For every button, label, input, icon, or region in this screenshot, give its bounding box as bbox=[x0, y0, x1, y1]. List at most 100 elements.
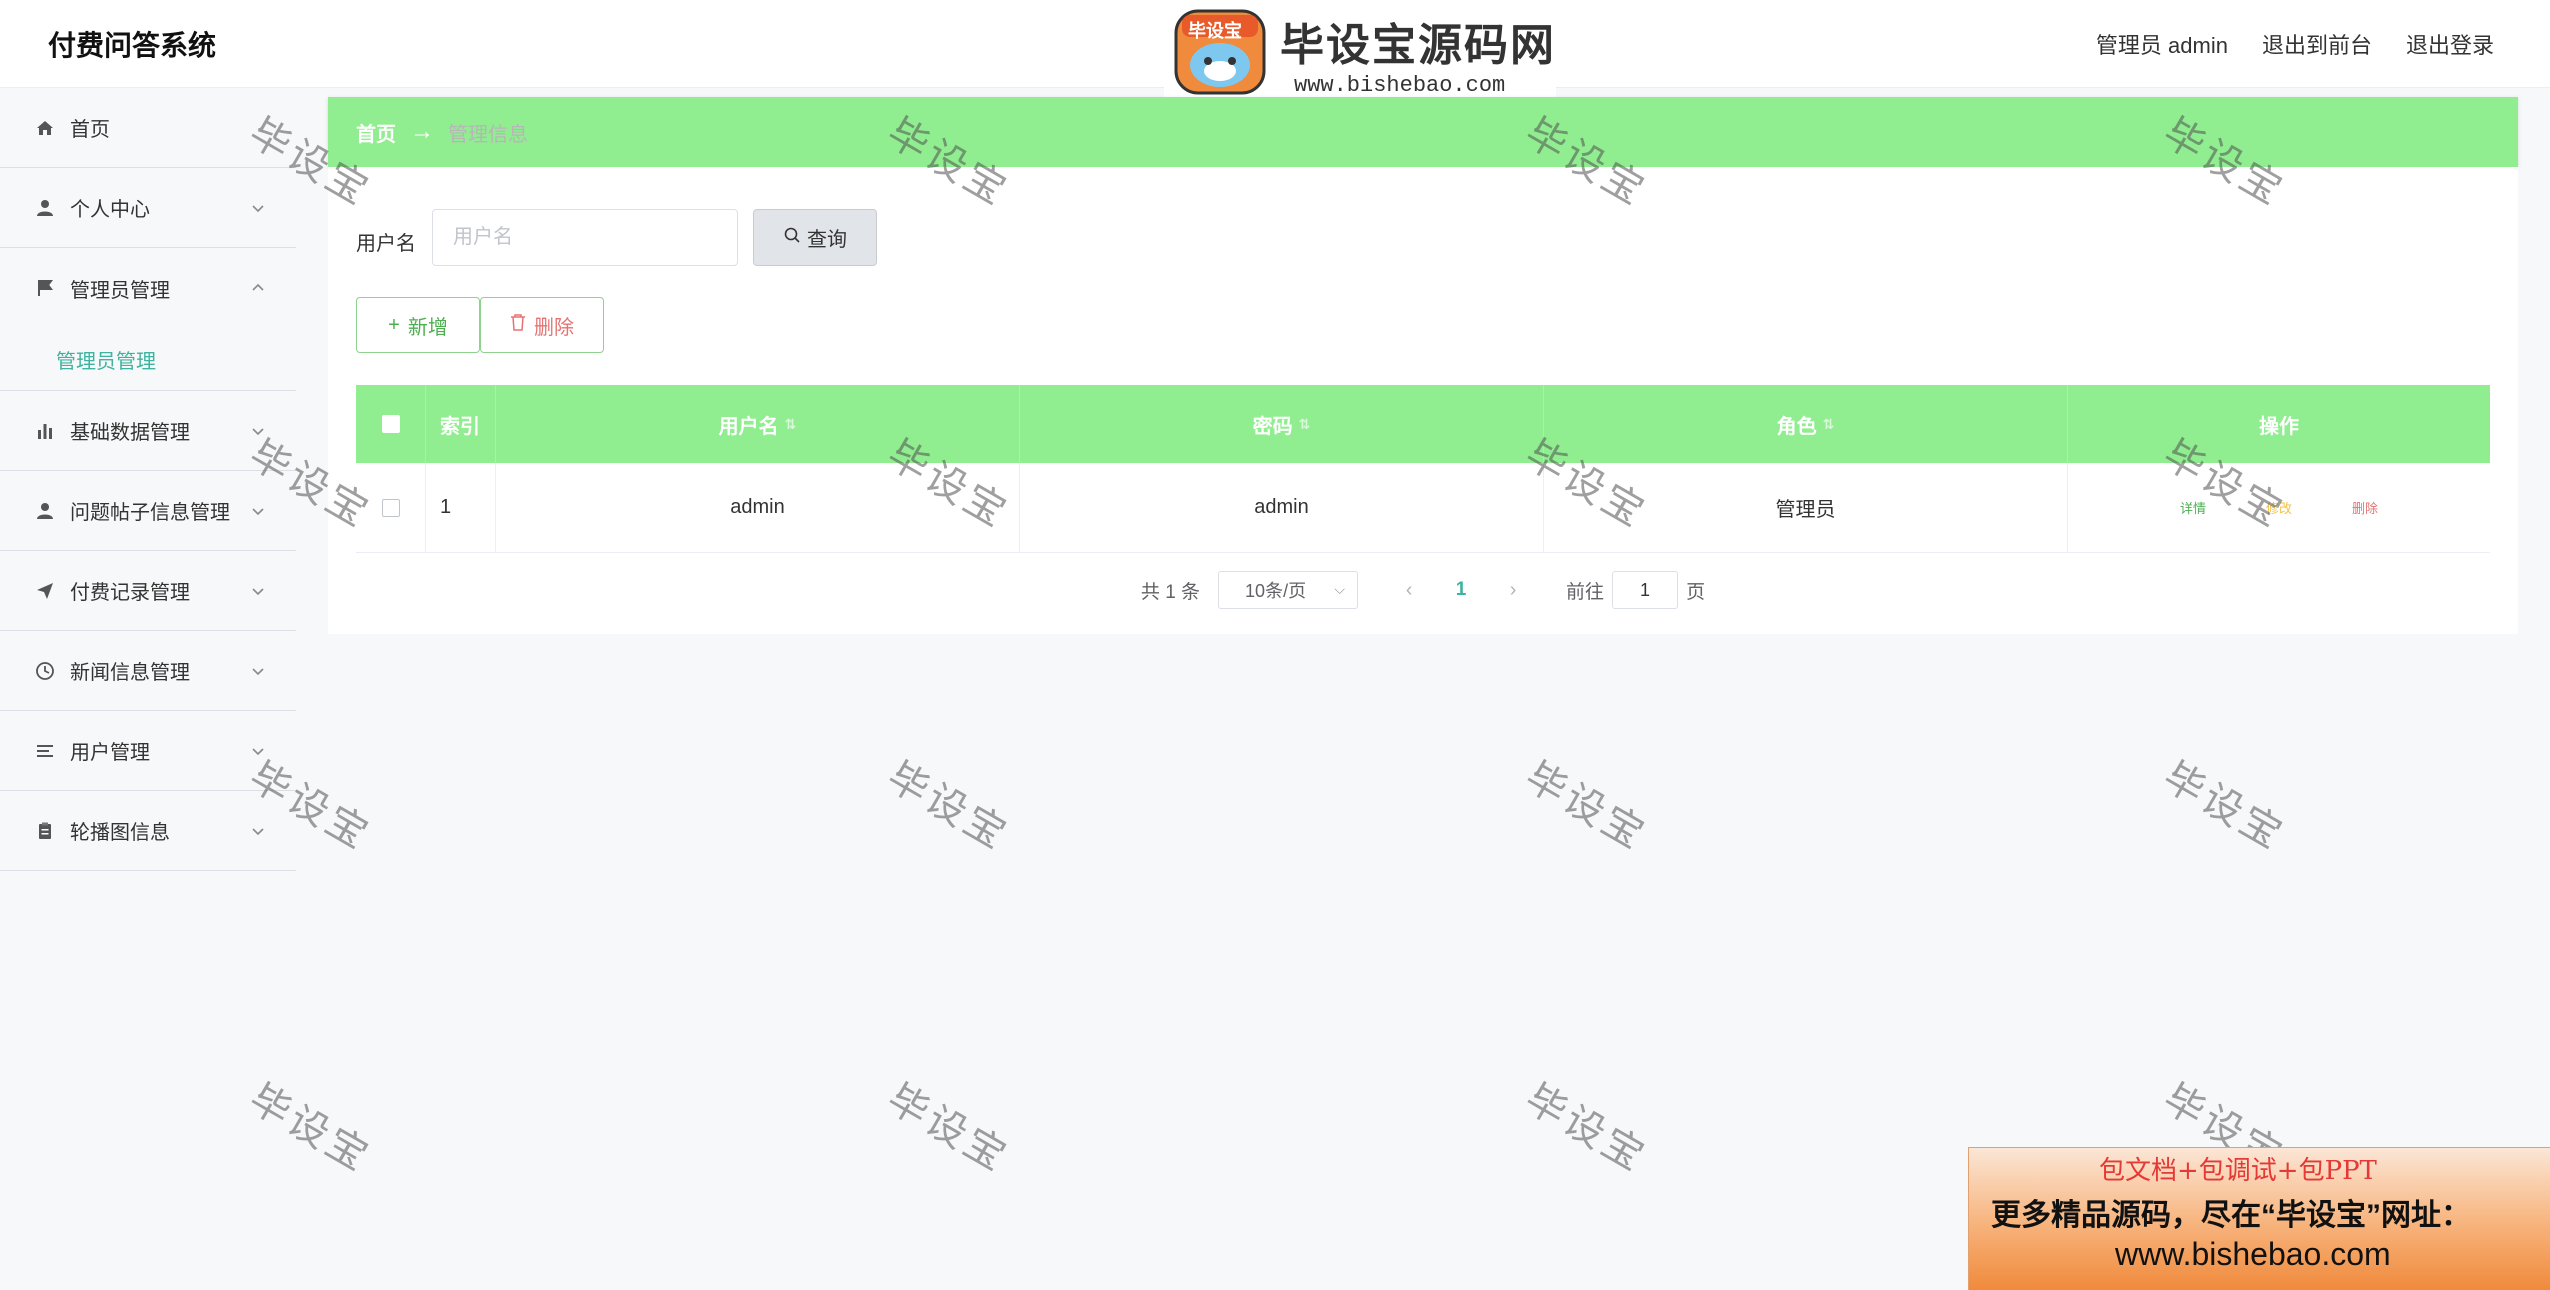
list-icon bbox=[34, 740, 56, 762]
search-button[interactable]: 查询 bbox=[753, 209, 877, 266]
home-icon bbox=[34, 117, 56, 139]
chevron-down-icon bbox=[248, 198, 268, 218]
chevron-down-icon bbox=[248, 821, 268, 841]
pagination: 共 1 条 10条/页 ⌵ ‹ 1 › 前往 页 bbox=[328, 571, 2518, 609]
sidebar-item-label: 基础数据管理 bbox=[70, 422, 190, 444]
select-all-checkbox-cell bbox=[356, 385, 426, 463]
username-search-input[interactable] bbox=[432, 209, 738, 266]
mascot-badge-text: 毕设宝 bbox=[1188, 21, 1242, 41]
sidebar-item-question-posts[interactable]: 问题帖子信息管理 bbox=[0, 471, 296, 551]
site-logo: 毕设宝 毕设宝源码网 www.bishebao.com bbox=[1164, 4, 1556, 102]
content-panel: 用户名 查询 + 新增 删除 索引 用户名 ⇅ 密码 ⇅ 角色 ⇅ 操作 1 admi… bbox=[328, 167, 2518, 634]
watermark: 毕设宝 bbox=[1517, 753, 1655, 860]
column-header-label: 密码 bbox=[1252, 415, 1293, 438]
breadcrumb: 首页 → 管理信息 bbox=[328, 97, 2518, 167]
breadcrumb-current: 管理信息 bbox=[448, 123, 528, 146]
send-icon bbox=[34, 580, 56, 602]
watermark: 毕设宝 bbox=[879, 753, 1017, 860]
sort-icon: ⇅ bbox=[1298, 415, 1311, 432]
logout-link[interactable]: 退出登录 bbox=[2406, 28, 2494, 60]
row-checkbox[interactable] bbox=[381, 498, 400, 517]
column-header-password[interactable]: 密码 ⇅ bbox=[1020, 385, 1544, 463]
app-title: 付费问答系统 bbox=[48, 30, 217, 61]
add-button-label: 新增 bbox=[407, 316, 448, 339]
sidebar-item-news[interactable]: 新闻信息管理 bbox=[0, 631, 296, 711]
page-size-select[interactable]: 10条/页 ⌵ bbox=[1218, 571, 1359, 609]
search-button-label: 查询 bbox=[807, 229, 847, 251]
sidebar-item-label: 首页 bbox=[70, 119, 110, 141]
cell-username: admin bbox=[496, 462, 1020, 553]
chevron-down-icon: ⌵ bbox=[1334, 581, 1346, 597]
cell-password: admin bbox=[1020, 462, 1544, 553]
add-button[interactable]: + 新增 bbox=[356, 297, 480, 353]
column-header-username[interactable]: 用户名 ⇅ bbox=[496, 385, 1020, 463]
prev-page-button[interactable]: ‹ bbox=[1382, 579, 1436, 602]
search-icon bbox=[783, 226, 801, 250]
chevron-up-icon bbox=[248, 278, 268, 298]
sidebar-item-home[interactable]: 首页 bbox=[0, 88, 296, 168]
breadcrumb-home[interactable]: 首页 bbox=[356, 118, 396, 147]
chevron-down-icon bbox=[248, 581, 268, 601]
sidebar-item-label: 付费记录管理 bbox=[70, 582, 190, 604]
row-delete-button[interactable]: 删除 bbox=[2352, 498, 2378, 517]
sort-icon: ⇅ bbox=[784, 415, 797, 432]
promo-url: www.bishebao.com bbox=[2115, 1236, 2391, 1272]
chevron-down-icon bbox=[248, 661, 268, 681]
admin-table: 索引 用户名 ⇅ 密码 ⇅ 角色 ⇅ 操作 1 admin admin 管理员 详情 … bbox=[356, 385, 2490, 553]
sidebar-menu: 首页 个人中心 管理员管理 管理员管理 基础数据管理 问题帖子信息管理 付费记录… bbox=[0, 88, 296, 1290]
bar-chart-icon bbox=[34, 420, 56, 442]
sidebar-item-admin-management[interactable]: 管理员管理 bbox=[0, 248, 296, 328]
page-size-value: 10条/页 bbox=[1245, 581, 1307, 601]
watermark: 毕设宝 bbox=[1517, 1075, 1655, 1182]
sidebar-item-label: 轮播图信息 bbox=[70, 822, 170, 844]
promo-banner[interactable]: 包文档+包调试+包PPT 更多精品源码，尽在“毕设宝”网址： www.bishe… bbox=[1968, 1147, 2550, 1290]
clipboard-icon bbox=[34, 820, 56, 842]
sidebar-item-label: 个人中心 bbox=[70, 199, 150, 221]
row-checkbox-cell bbox=[356, 462, 426, 553]
sidebar-item-label: 新闻信息管理 bbox=[70, 662, 190, 684]
column-header-operations: 操作 bbox=[2259, 415, 2299, 438]
sidebar-item-label: 管理员管理 bbox=[70, 279, 170, 302]
sidebar-item-label: 问题帖子信息管理 bbox=[70, 502, 230, 524]
next-page-button[interactable]: › bbox=[1486, 579, 1540, 602]
chevron-down-icon bbox=[248, 501, 268, 521]
search-label: 用户名 bbox=[356, 233, 416, 255]
column-header-role[interactable]: 角色 ⇅ bbox=[1544, 385, 2068, 463]
sidebar-item-payment-records[interactable]: 付费记录管理 bbox=[0, 551, 296, 631]
goto-label: 前往 bbox=[1566, 581, 1605, 603]
table-row: 1 admin admin 管理员 详情 修改 删除 bbox=[356, 462, 2490, 553]
goto-page-input[interactable] bbox=[1612, 571, 1679, 609]
pagination-total: 共 1 条 bbox=[1140, 581, 1201, 603]
current-user-label: 管理员 admin bbox=[2095, 33, 2228, 58]
cell-index: 1 bbox=[426, 462, 496, 553]
arrow-right-icon: → bbox=[410, 118, 434, 145]
exit-to-front-link[interactable]: 退出到前台 bbox=[2262, 28, 2372, 60]
promo-line-1: 包文档+包调试+包PPT bbox=[2099, 1156, 2377, 1186]
column-header-label: 用户名 bbox=[718, 415, 779, 438]
mascot-icon: 毕设宝 bbox=[1168, 7, 1272, 99]
sidebar-item-label: 用户管理 bbox=[70, 742, 150, 764]
promo-line-2: 更多精品源码，尽在“毕设宝”网址： bbox=[1991, 1199, 2471, 1232]
sidebar-item-carousel[interactable]: 轮播图信息 bbox=[0, 791, 296, 871]
header-user-area: 管理员 admin 退出到前台 退出登录 bbox=[2096, 28, 2494, 60]
batch-delete-button[interactable]: 删除 bbox=[480, 297, 604, 353]
watermark: 毕设宝 bbox=[2155, 753, 2293, 860]
clock-icon bbox=[34, 660, 56, 682]
chevron-down-icon bbox=[248, 421, 268, 441]
cell-role: 管理员 bbox=[1544, 462, 2068, 553]
user-icon bbox=[34, 500, 56, 522]
logo-brand-text: 毕设宝源码网 bbox=[1280, 19, 1556, 71]
table-header: 索引 用户名 ⇅ 密码 ⇅ 角色 ⇅ 操作 bbox=[356, 385, 2490, 463]
edit-button[interactable]: 修改 bbox=[2266, 498, 2292, 517]
select-all-checkbox[interactable] bbox=[381, 415, 400, 433]
page-number-current[interactable]: 1 bbox=[1436, 579, 1486, 601]
column-header-label: 角色 bbox=[1776, 415, 1817, 438]
sidebar-item-basic-data[interactable]: 基础数据管理 bbox=[0, 391, 296, 471]
column-header-index: 索引 bbox=[426, 385, 496, 463]
flag-icon bbox=[34, 277, 56, 299]
trash-icon bbox=[510, 313, 526, 337]
sidebar-item-personal-center[interactable]: 个人中心 bbox=[0, 168, 296, 248]
detail-button[interactable]: 详情 bbox=[2180, 498, 2206, 517]
sidebar-subitem-admin-management[interactable]: 管理员管理 bbox=[0, 328, 296, 390]
sidebar-item-users[interactable]: 用户管理 bbox=[0, 711, 296, 791]
